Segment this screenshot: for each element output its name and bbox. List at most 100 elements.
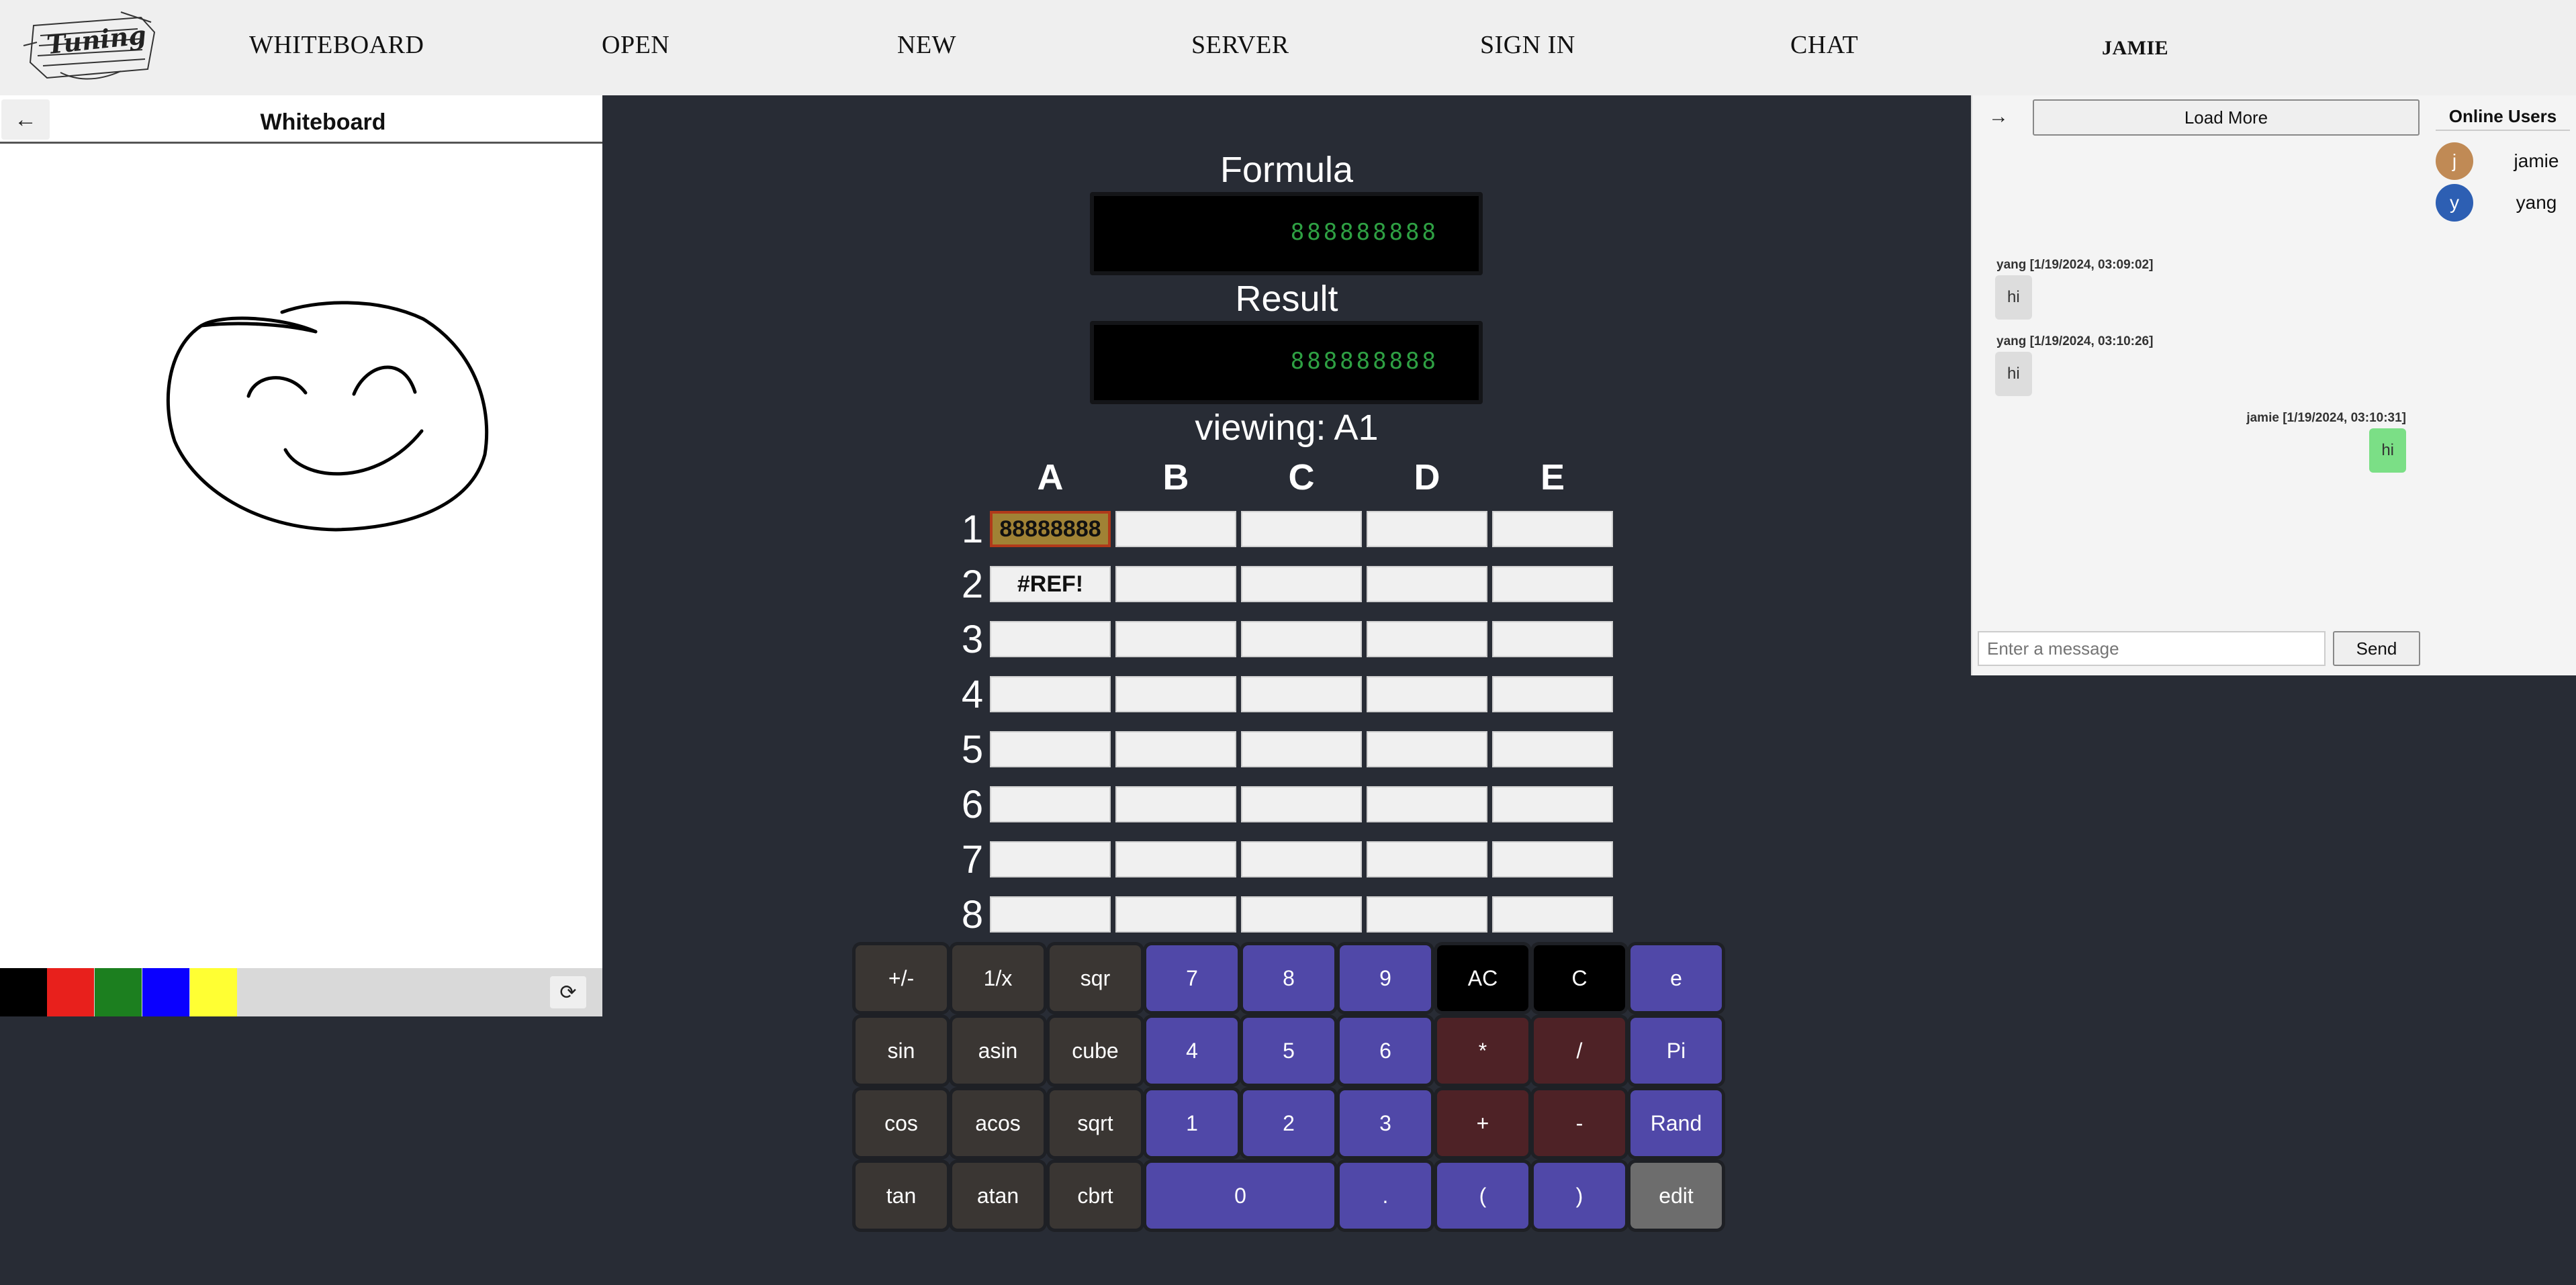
cell-c6[interactable] xyxy=(1241,786,1362,822)
cell-b4[interactable] xyxy=(1115,676,1236,712)
cell-e6[interactable] xyxy=(1492,786,1613,822)
cell-b2[interactable] xyxy=(1115,566,1236,602)
key-sqr-button[interactable]: sqr xyxy=(1050,945,1141,1011)
key-decimal-button[interactable]: . xyxy=(1340,1163,1431,1229)
color-swatch-red[interactable] xyxy=(47,968,94,1016)
key-cos-button[interactable]: cos xyxy=(856,1090,947,1156)
cell-b6[interactable] xyxy=(1115,786,1236,822)
send-button[interactable]: Send xyxy=(2333,631,2420,666)
key-plus-minus-button[interactable]: +/- xyxy=(856,945,947,1011)
cell-a1[interactable]: 88888888 xyxy=(990,511,1111,547)
message-input[interactable] xyxy=(1978,631,2326,666)
cell-a5[interactable] xyxy=(990,731,1111,767)
key-edit-button[interactable]: edit xyxy=(1630,1163,1722,1229)
key-atan-button[interactable]: atan xyxy=(952,1163,1044,1229)
cell-a8[interactable] xyxy=(990,896,1111,933)
color-palette: ⟳ xyxy=(0,968,602,1016)
cell-e5[interactable] xyxy=(1492,731,1613,767)
key-cube-button[interactable]: cube xyxy=(1050,1018,1141,1084)
key-divide-button[interactable]: / xyxy=(1534,1018,1625,1084)
cell-a7[interactable] xyxy=(990,841,1111,877)
cell-a3[interactable] xyxy=(990,621,1111,657)
cell-c2[interactable] xyxy=(1241,566,1362,602)
cell-e1[interactable] xyxy=(1492,511,1613,547)
nav-user[interactable]: JAMIE xyxy=(2102,37,2168,60)
cell-d3[interactable] xyxy=(1367,621,1487,657)
key-6-button[interactable]: 6 xyxy=(1340,1018,1431,1084)
key-asin-button[interactable]: asin xyxy=(952,1018,1044,1084)
nav-sign-in[interactable]: SIGN IN xyxy=(1480,30,1575,60)
cell-d1[interactable] xyxy=(1367,511,1487,547)
cell-e3[interactable] xyxy=(1492,621,1613,657)
key-add-button[interactable]: + xyxy=(1437,1090,1528,1156)
nav-whiteboard[interactable]: WHITEBOARD xyxy=(249,30,424,60)
key-multiply-button[interactable]: * xyxy=(1437,1018,1528,1084)
key-sqrt-button[interactable]: sqrt xyxy=(1050,1090,1141,1156)
online-user[interactable]: j jamie xyxy=(2436,142,2570,180)
key-8-button[interactable]: 8 xyxy=(1243,945,1334,1011)
key-open-paren-button[interactable]: ( xyxy=(1437,1163,1528,1229)
cell-c7[interactable] xyxy=(1241,841,1362,877)
key-e-button[interactable]: e xyxy=(1630,945,1722,1011)
cell-d8[interactable] xyxy=(1367,896,1487,933)
cell-d7[interactable] xyxy=(1367,841,1487,877)
color-swatch-yellow[interactable] xyxy=(190,968,237,1016)
cell-b1[interactable] xyxy=(1115,511,1236,547)
key-7-button[interactable]: 7 xyxy=(1146,945,1238,1011)
whiteboard-canvas[interactable] xyxy=(0,146,602,968)
cell-d5[interactable] xyxy=(1367,731,1487,767)
cell-c8[interactable] xyxy=(1241,896,1362,933)
color-swatch-blue[interactable] xyxy=(142,968,189,1016)
cell-d4[interactable] xyxy=(1367,676,1487,712)
cell-a2[interactable]: #REF! xyxy=(990,566,1111,602)
key-3-button[interactable]: 3 xyxy=(1340,1090,1431,1156)
key-cbrt-button[interactable]: cbrt xyxy=(1050,1163,1141,1229)
refresh-icon[interactable]: ⟳ xyxy=(550,976,586,1008)
cell-b7[interactable] xyxy=(1115,841,1236,877)
cell-c3[interactable] xyxy=(1241,621,1362,657)
load-more-button[interactable]: Load More xyxy=(2033,99,2420,136)
key-0-button[interactable]: 0 xyxy=(1146,1163,1334,1229)
key-pi-button[interactable]: Pi xyxy=(1630,1018,1722,1084)
key-acos-button[interactable]: acos xyxy=(952,1090,1044,1156)
cell-d2[interactable] xyxy=(1367,566,1487,602)
key-subtract-button[interactable]: - xyxy=(1534,1090,1625,1156)
cell-a4[interactable] xyxy=(990,676,1111,712)
cell-c1[interactable] xyxy=(1241,511,1362,547)
color-swatch-black[interactable] xyxy=(0,968,47,1016)
key-sin-button[interactable]: sin xyxy=(856,1018,947,1084)
cell-e7[interactable] xyxy=(1492,841,1613,877)
cell-c5[interactable] xyxy=(1241,731,1362,767)
cell-a6[interactable] xyxy=(990,786,1111,822)
cell-e8[interactable] xyxy=(1492,896,1613,933)
key-rand-button[interactable]: Rand xyxy=(1630,1090,1722,1156)
message-bubble: hi xyxy=(2369,428,2406,473)
key-tan-button[interactable]: tan xyxy=(856,1163,947,1229)
cell-e2[interactable] xyxy=(1492,566,1613,602)
key-close-paren-button[interactable]: ) xyxy=(1534,1163,1625,1229)
cell-e4[interactable] xyxy=(1492,676,1613,712)
key-1-button[interactable]: 1 xyxy=(1146,1090,1238,1156)
cell-d6[interactable] xyxy=(1367,786,1487,822)
color-swatch-green[interactable] xyxy=(95,968,142,1016)
key-c-button[interactable]: C xyxy=(1534,945,1625,1011)
app-logo[interactable]: Tuning xyxy=(20,5,164,89)
key-ac-button[interactable]: AC xyxy=(1437,945,1528,1011)
cell-c4[interactable] xyxy=(1241,676,1362,712)
cell-b5[interactable] xyxy=(1115,731,1236,767)
back-arrow-icon[interactable]: ← xyxy=(1,99,50,140)
nav-chat[interactable]: CHAT xyxy=(1790,30,1858,60)
cell-b8[interactable] xyxy=(1115,896,1236,933)
key-reciprocal-button[interactable]: 1/x xyxy=(952,945,1044,1011)
row-header-4: 4 xyxy=(961,673,984,716)
nav-new[interactable]: NEW xyxy=(897,30,956,60)
key-4-button[interactable]: 4 xyxy=(1146,1018,1238,1084)
key-9-button[interactable]: 9 xyxy=(1340,945,1431,1011)
online-user[interactable]: y yang xyxy=(2436,184,2570,222)
nav-server[interactable]: SERVER xyxy=(1191,30,1289,60)
key-5-button[interactable]: 5 xyxy=(1243,1018,1334,1084)
key-2-button[interactable]: 2 xyxy=(1243,1090,1334,1156)
nav-open[interactable]: OPEN xyxy=(602,30,670,60)
collapse-arrow-icon[interactable]: → xyxy=(1975,99,2022,134)
cell-b3[interactable] xyxy=(1115,621,1236,657)
